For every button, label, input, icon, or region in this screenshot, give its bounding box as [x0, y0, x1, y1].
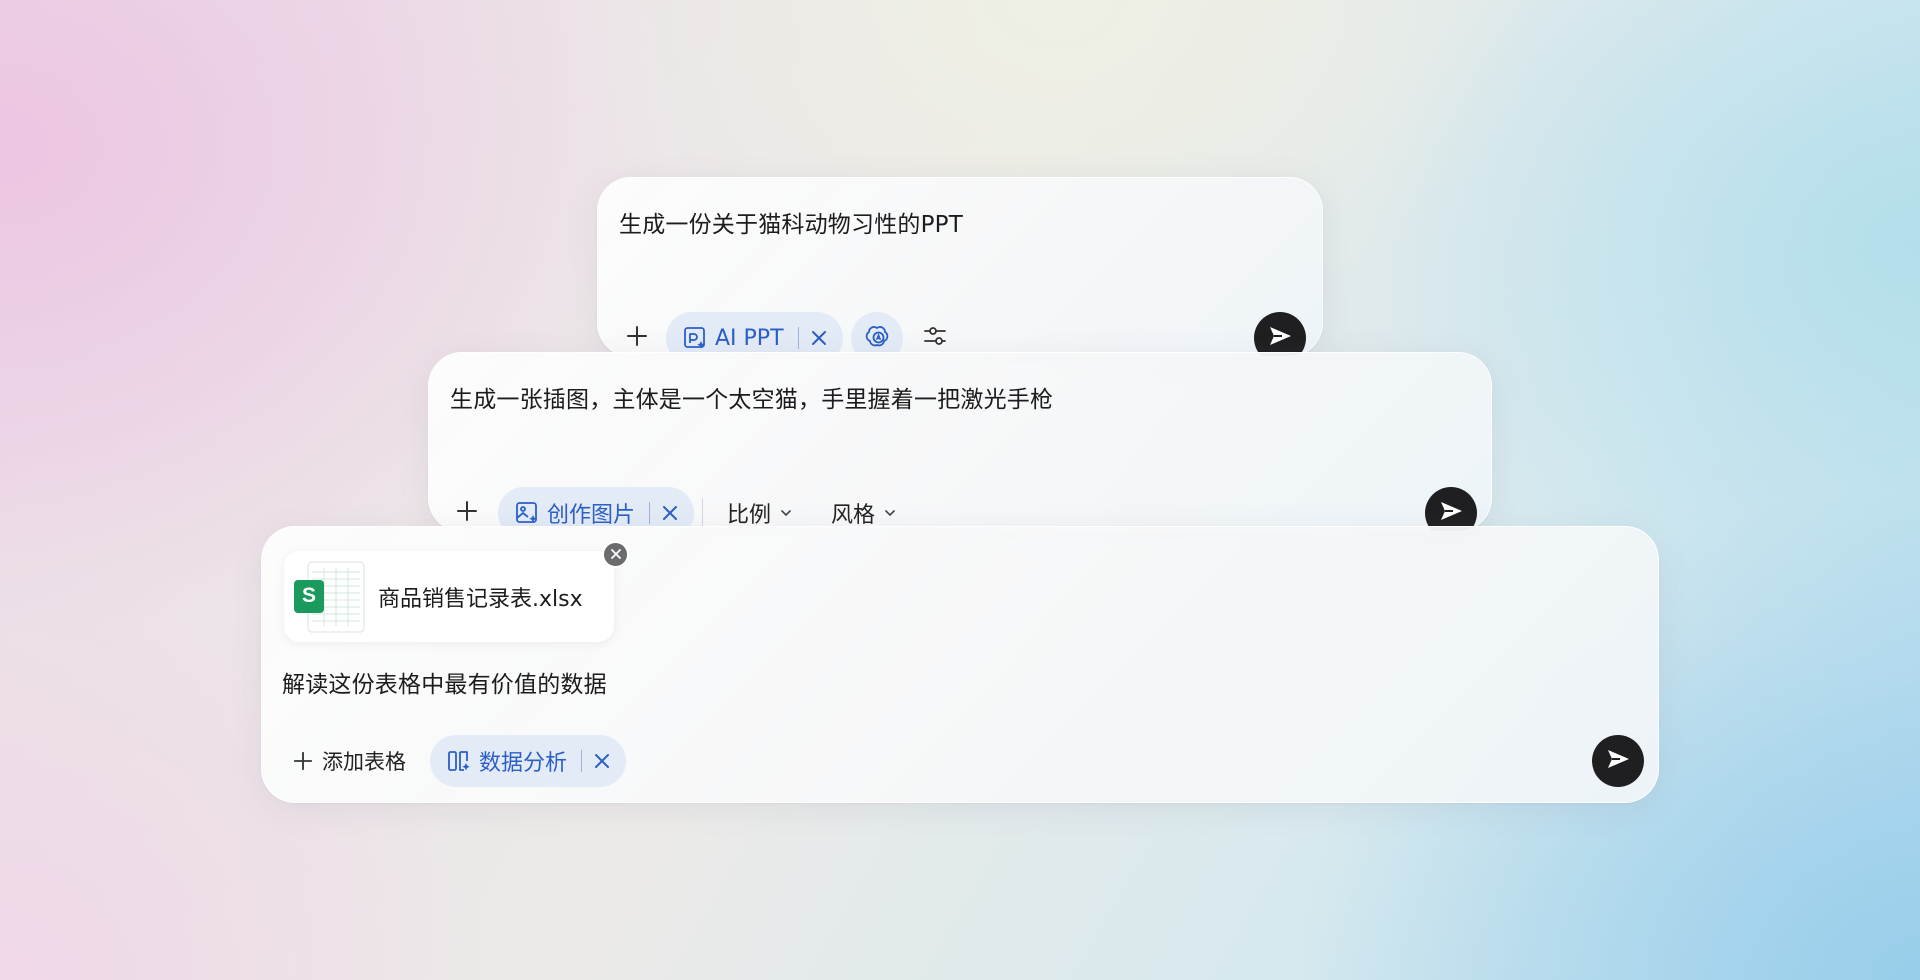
badge-letter: S — [301, 584, 316, 607]
style-dropdown[interactable]: 风格 — [821, 497, 907, 529]
close-icon[interactable] — [660, 503, 680, 523]
data-analysis-chip[interactable]: 数据分析 — [430, 735, 627, 787]
data-analysis-icon — [446, 748, 472, 774]
chip-divider — [581, 750, 583, 772]
chevron-down-icon — [883, 501, 897, 526]
settings-sliders-icon — [922, 323, 948, 353]
chip-divider — [649, 502, 651, 524]
file-name: 商品销售记录表.xlsx — [378, 586, 583, 612]
send-button[interactable] — [1592, 735, 1644, 787]
image-create-icon — [514, 500, 540, 526]
image-prompt-card: 生成一张插图，主体是一个太空猫，手里握着一把激光手枪 创作图片 比例 风格 — [428, 352, 1492, 532]
prompt-text[interactable]: 生成一份关于猫科动物习性的PPT — [619, 205, 963, 239]
ppt-toolbar: AI PPT — [621, 312, 955, 356]
send-icon — [1604, 745, 1632, 777]
attached-file-card[interactable]: S 商品销售记录表.xlsx — [284, 551, 614, 642]
add-sheet-button[interactable]: 添加表格 — [290, 742, 408, 780]
ai-model-button[interactable] — [850, 312, 903, 356]
prompt-text[interactable]: 生成一张插图，主体是一个太空猫，手里握着一把激光手枪 — [450, 380, 1053, 414]
data-analysis-prompt-card: S 商品销售记录表.xlsx 解读这份表格中最有价值的数据 添加表格 数据分析 — [261, 526, 1659, 803]
chip-divider — [797, 327, 799, 349]
prompt-text[interactable]: 解读这份表格中最有价值的数据 — [282, 665, 607, 699]
send-icon — [1266, 322, 1294, 354]
chip-label: 数据分析 — [479, 751, 568, 776]
spreadsheet-thumbnail: S — [294, 560, 366, 634]
plus-icon — [625, 324, 649, 352]
send-button[interactable] — [1254, 312, 1306, 356]
add-button[interactable] — [621, 322, 653, 354]
chevron-down-icon — [779, 501, 793, 526]
plus-icon — [292, 750, 314, 772]
send-icon — [1437, 497, 1465, 529]
spreadsheet-badge: S — [294, 579, 324, 613]
remove-file-button[interactable] — [602, 541, 629, 568]
toolbar-divider — [702, 498, 704, 528]
ratio-label: 比例 — [727, 503, 772, 528]
chip-label: 创作图片 — [547, 503, 636, 528]
close-icon — [610, 545, 622, 564]
ai-model-icon — [863, 322, 891, 354]
data-toolbar: 添加表格 数据分析 — [290, 735, 627, 787]
ppt-prompt-card: 生成一份关于猫科动物习性的PPT AI PPT — [597, 177, 1323, 357]
style-label: 风格 — [831, 503, 876, 528]
add-sheet-label: 添加表格 — [322, 750, 406, 774]
chip-label: AI PPT — [715, 325, 784, 351]
ai-ppt-chip[interactable]: AI PPT — [666, 312, 843, 356]
ratio-dropdown[interactable]: 比例 — [717, 497, 803, 529]
ppt-icon — [682, 325, 708, 351]
close-icon[interactable] — [809, 328, 829, 348]
plus-icon — [455, 499, 479, 527]
close-icon[interactable] — [592, 751, 612, 771]
add-button[interactable] — [451, 497, 483, 529]
